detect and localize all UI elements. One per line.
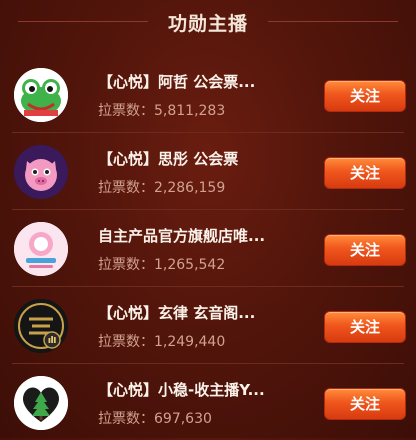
- anchor-name[interactable]: 自主产品官方旗舰店唯...: [98, 225, 308, 246]
- votes-count: 5,811,283: [154, 103, 226, 119]
- anchor-row: 【心悦】玄律 玄音阁... 拉票数：1,249,440 关注: [0, 287, 416, 363]
- anchor-votes: 拉票数：697,630: [98, 408, 212, 428]
- anchor-votes: 拉票数：5,811,283: [98, 100, 225, 120]
- follow-button[interactable]: 关注: [324, 157, 406, 189]
- votes-count: 1,249,440: [154, 334, 226, 350]
- anchor-name[interactable]: 【心悦】思彤 公会票: [98, 148, 308, 169]
- follow-button[interactable]: 关注: [324, 311, 406, 343]
- anchor-row: 【心悦】小稳-收主播Y... 拉票数：697,630 关注: [0, 364, 416, 440]
- panel-header: 功勋主播: [0, 0, 416, 44]
- anchor-row: 【心悦】阿哲 公会票... 拉票数：5,811,283 关注: [0, 56, 416, 132]
- follow-button[interactable]: 关注: [324, 388, 406, 420]
- votes-label: 拉票数：: [98, 334, 154, 350]
- votes-label: 拉票数：: [98, 257, 154, 273]
- anchor-name[interactable]: 【心悦】阿哲 公会票...: [98, 71, 308, 92]
- brand-logo-avatar-icon[interactable]: [14, 222, 68, 276]
- header-divider-right: [268, 21, 398, 22]
- votes-label: 拉票数：: [98, 180, 154, 196]
- anchor-votes: 拉票数：1,265,542: [98, 254, 225, 274]
- dark-emblem-avatar-icon[interactable]: [14, 299, 68, 353]
- frog-avatar-icon[interactable]: [14, 68, 68, 122]
- pink-pig-avatar-icon[interactable]: [14, 145, 68, 199]
- anchor-row: 【心悦】思彤 公会票 拉票数：2,286,159 关注: [0, 133, 416, 209]
- votes-count: 697,630: [154, 411, 212, 427]
- anchor-votes: 拉票数：2,286,159: [98, 177, 225, 197]
- votes-count: 2,286,159: [154, 180, 226, 196]
- votes-label: 拉票数：: [98, 103, 154, 119]
- votes-label: 拉票数：: [98, 411, 154, 427]
- anchor-name[interactable]: 【心悦】小稳-收主播Y...: [98, 379, 308, 400]
- anchor-row: 自主产品官方旗舰店唯... 拉票数：1,265,542 关注: [0, 210, 416, 286]
- heart-tree-avatar-icon[interactable]: [14, 376, 68, 430]
- anchor-name[interactable]: 【心悦】玄律 玄音阁...: [98, 302, 308, 323]
- follow-button[interactable]: 关注: [324, 80, 406, 112]
- votes-count: 1,265,542: [154, 257, 226, 273]
- panel-title: 功勋主播: [167, 12, 248, 35]
- follow-button[interactable]: 关注: [324, 234, 406, 266]
- header-divider-left: [18, 21, 148, 22]
- anchor-votes: 拉票数：1,249,440: [98, 331, 225, 351]
